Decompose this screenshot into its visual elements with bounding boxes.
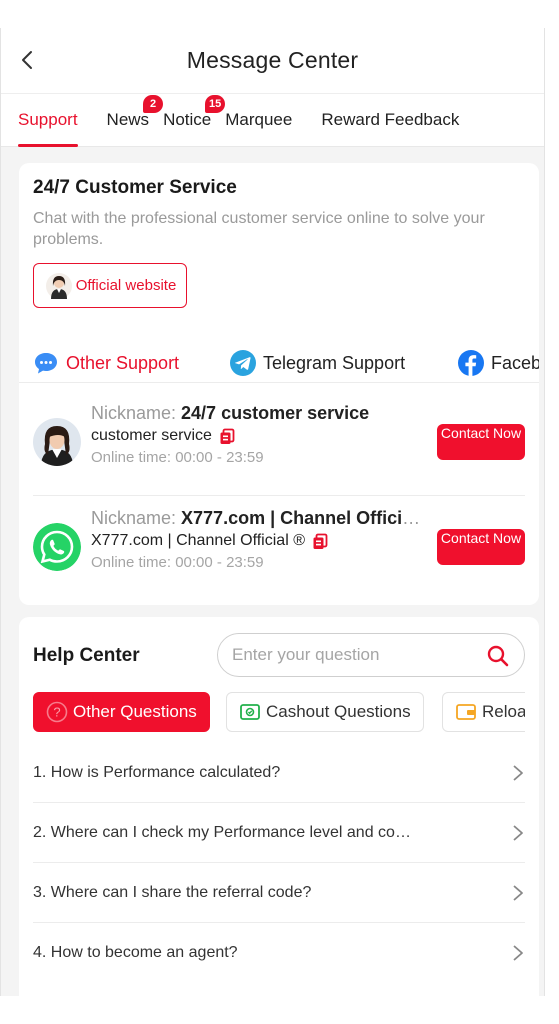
online-time: Online time: 00:00 - 23:59 [91,554,264,571]
tab-telegram-support[interactable]: Telegram Support [230,343,406,382]
category-reload-questions[interactable]: Reload Questions [442,692,525,732]
wallet-icon [456,704,476,720]
faq-item[interactable]: 2. Where can I check my Performance leve… [33,803,525,863]
category-other-questions[interactable]: ? Other Questions [33,692,210,732]
agent-account: X777.com | Channel Official ® [91,532,305,549]
search-icon[interactable] [486,644,510,668]
agent-avatar-icon [46,272,72,299]
nickname-label: Nickname: [91,508,182,528]
category-label: Other Questions [73,702,197,721]
whatsapp-icon [33,523,81,571]
customer-service-card: 24/7 Customer Service Chat with the prof… [19,163,539,605]
page-title: Message Center [186,47,359,73]
chevron-right-icon [513,945,523,961]
question-category-tabs: ? Other Questions Cashout Questions Relo… [33,692,525,734]
tab-label: Reward Feedback [321,110,460,129]
tab-marquee[interactable]: Marquee [225,94,292,147]
agent-nickname: Nickname: 24/7 customer service [91,403,429,424]
copy-icon[interactable] [219,428,235,445]
tab-facebook-support[interactable]: Facebook [458,343,539,382]
official-website-button[interactable]: Official website [33,263,187,308]
svg-text:?: ? [53,705,60,720]
top-bar: Message Center [1,28,544,94]
faq-question: 3. Where can I share the referral code? [33,883,312,901]
telegram-icon [230,350,256,376]
help-center-card: Help Center ? Other Questions [19,617,539,996]
question-search-input[interactable] [232,634,472,676]
unread-badge: 15 [205,95,226,113]
tab-label: Telegram Support [263,352,406,373]
tab-label: Marquee [225,110,293,129]
faq-question: 4. How to become an agent? [33,944,238,961]
faq-item[interactable]: 1. How is Performance calculated? [33,743,525,803]
support-agent-item: Nickname: X777.com | Channel Official ® … [33,501,525,601]
message-tabs: Support News 2 Notice 15 Marquee Reward Fe… [1,94,544,147]
tab-news[interactable]: News 2 [106,94,164,147]
faq-item[interactable]: 4. How to become an agent? [33,923,525,983]
help-center-title: Help Center [33,645,140,666]
tab-label: Notice [163,110,212,129]
facebook-icon [458,350,484,376]
tab-label: Other Support [66,352,180,373]
category-label: Reload Questions [482,702,525,721]
cash-icon [240,704,260,720]
tab-notice[interactable]: Notice 15 [163,94,226,147]
copy-icon[interactable] [312,533,328,550]
agent-nickname: Nickname: X777.com | Channel Official ® [91,508,429,529]
back-arrow-icon[interactable] [17,48,39,72]
agent-avatar [33,418,81,466]
tab-label: Facebook [491,352,539,373]
online-time: Online time: 00:00 - 23:59 [91,449,264,466]
nickname-value: X777.com | Channel Official ® [181,508,429,528]
category-cashout-questions[interactable]: Cashout Questions [226,692,424,732]
contact-now-button[interactable]: Contact Now [437,529,525,565]
chat-bubble-icon [35,353,57,374]
support-agent-item: Nickname: 24/7 customer service customer… [33,396,525,496]
nickname-value: 24/7 customer service [181,403,370,423]
question-mark-icon: ? [46,701,68,723]
official-website-label: Official website [75,277,177,294]
chevron-right-icon [513,884,523,901]
app-screen: Message Center Support News 2 Notice 15 Ma… [0,28,545,996]
contact-now-button[interactable]: Contact Now [437,424,525,460]
tab-label: News [106,110,150,129]
agent-account: customer service [91,427,212,444]
tab-support[interactable]: Support [18,94,78,147]
chevron-right-icon [513,824,523,841]
tab-other-support[interactable]: Other Support [33,343,180,382]
unread-badge: 2 [143,95,164,113]
customer-service-title: 24/7 Customer Service [33,177,237,198]
category-label: Cashout Questions [266,702,411,721]
tab-label: Support [18,110,78,129]
faq-list: 1. How is Performance calculated? 2. Whe… [33,743,525,983]
faq-question: 1. How is Performance calculated? [33,763,281,781]
faq-item[interactable]: 3. Where can I share the referral code? [33,863,525,923]
tab-reward-feedback[interactable]: Reward Feedback [321,94,459,147]
chevron-right-icon [513,764,523,781]
nickname-label: Nickname: [91,403,182,423]
customer-service-description: Chat with the professional customer serv… [33,210,485,248]
support-channel-tabs: Other Support Telegram Support Facebook [19,333,539,383]
faq-question: 2. Where can I check my Performance leve… [33,823,418,841]
question-search-box [217,633,525,677]
